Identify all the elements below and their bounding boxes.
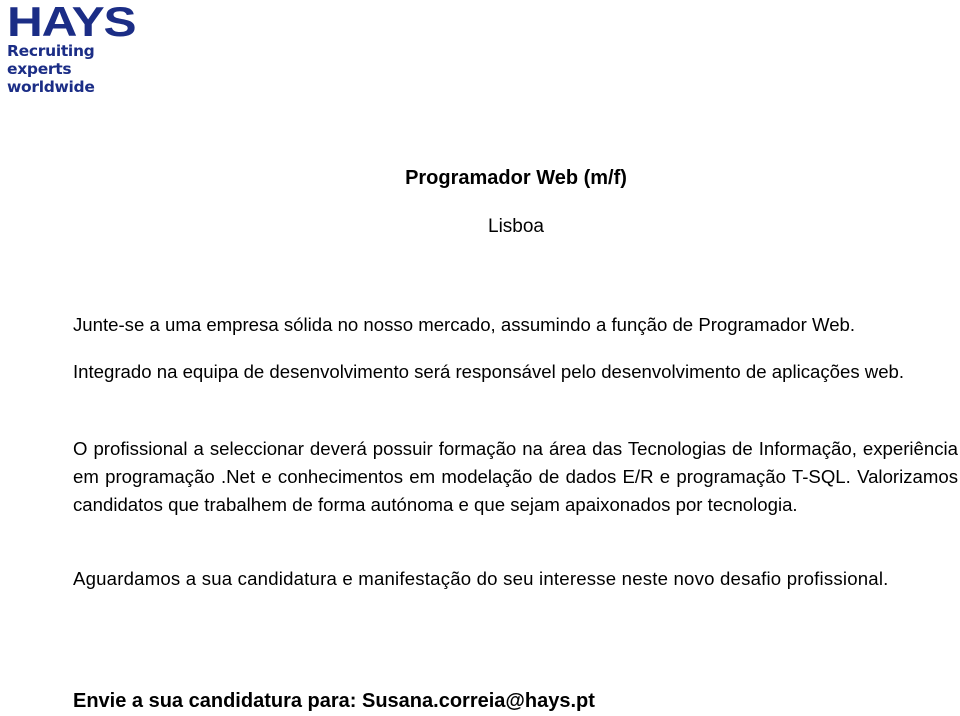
contact-line: Envie a sua candidatura para: Susana.cor… [73,690,595,712]
hays-logo: HAYS Recruiting experts worldwide [7,1,157,97]
requirements-paragraph: O profissional a seleccionar deverá poss… [73,438,958,515]
role-paragraph: Integrado na equipa de desenvolvimento s… [73,361,905,382]
logo-tagline-line1: Recruiting experts [7,42,95,78]
logo-wordmark: HAYS [7,0,137,45]
intro-paragraph: Junte-se a uma empresa sólida no nosso m… [73,314,856,335]
job-location: Lisboa [488,216,544,237]
logo-tagline-line2: worldwide [7,78,95,96]
job-title: Programador Web (m/f) [405,167,627,189]
closing-paragraph: Aguardamos a sua candidatura e manifesta… [73,568,889,589]
